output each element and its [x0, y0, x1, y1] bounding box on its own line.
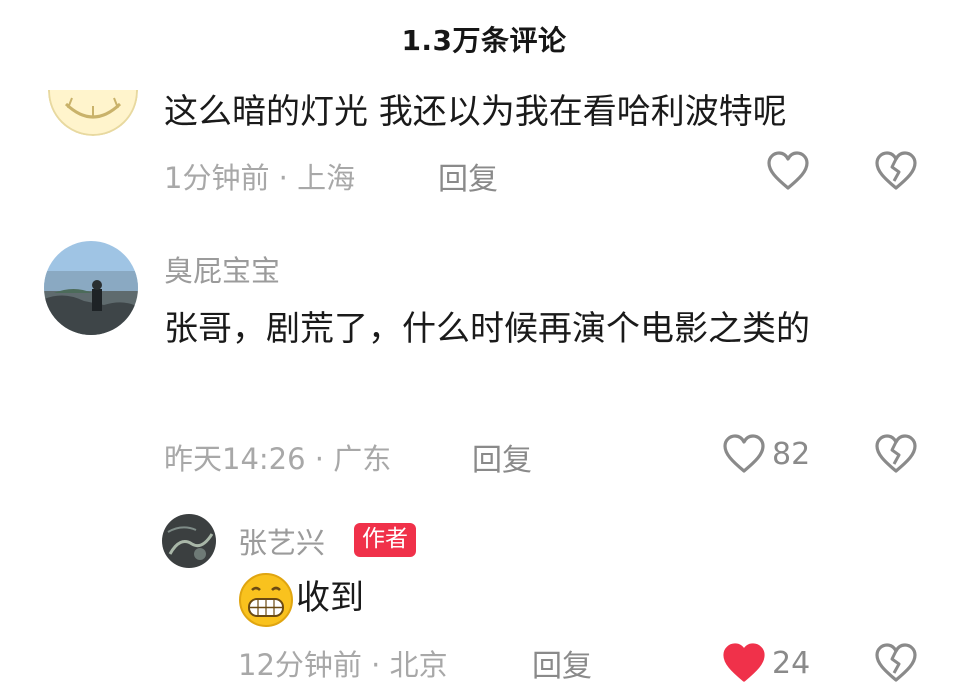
- broken-heart-icon: [875, 643, 917, 682]
- like-button[interactable]: 82: [722, 433, 810, 475]
- reply-button[interactable]: 回复: [472, 435, 532, 479]
- heart-filled-icon: [723, 643, 765, 682]
- meta-dot: ·: [314, 442, 334, 476]
- heart-outline-icon: [723, 434, 765, 473]
- comment-username[interactable]: 臭屁宝宝: [164, 248, 280, 290]
- comment-location: 广东: [333, 442, 392, 476]
- reply-button[interactable]: 回复: [438, 154, 498, 198]
- dislike-button[interactable]: [874, 433, 918, 475]
- reply-text: 收到: [296, 578, 364, 618]
- reply-button[interactable]: 回复: [532, 641, 592, 685]
- meta-dot: ·: [371, 648, 390, 682]
- reply-meta: 12分钟前 · 北京: [238, 642, 448, 684]
- author-badge: 作者: [354, 523, 416, 557]
- dislike-button[interactable]: [874, 150, 918, 192]
- comment-time: 1分钟前: [164, 161, 270, 195]
- comment-location: 上海: [297, 161, 356, 195]
- comment-item: 臭屁宝宝 张哥，剧荒了，什么时候再演个电影之类的 昨天14:26 · 广东 回复…: [0, 230, 968, 490]
- like-count: 24: [772, 645, 811, 681]
- reply-time: 12分钟前: [238, 648, 362, 682]
- broken-heart-icon: [875, 151, 917, 190]
- comment-meta: 1分钟前 · 上海: [164, 155, 355, 197]
- reply-location: 北京: [389, 648, 448, 682]
- like-count: 82: [772, 436, 811, 472]
- grinning-face-emoji: [238, 572, 294, 632]
- broken-heart-icon: [875, 434, 917, 473]
- comment-meta: 昨天14:26 · 广东: [164, 436, 391, 478]
- comments-header: 1.3万条评论: [0, 0, 968, 78]
- reply-username[interactable]: 张艺兴: [238, 520, 325, 562]
- like-button[interactable]: 24: [722, 642, 810, 684]
- comment-text: 这么暗的灯光 我还以为我在看哈利波特呢: [164, 92, 787, 132]
- reply-item: 张艺兴 作者 收到 12分钟前 · 北京 回复 24: [0, 500, 968, 684]
- meta-dot: ·: [278, 161, 298, 195]
- comment-time: 昨天14:26: [164, 442, 306, 476]
- avatar[interactable]: [44, 241, 138, 335]
- like-button[interactable]: [766, 150, 810, 192]
- heart-outline-icon: [767, 151, 809, 190]
- comments-count-title: 1.3万条评论: [401, 24, 567, 57]
- dislike-button[interactable]: [874, 642, 918, 684]
- avatar[interactable]: [162, 514, 216, 568]
- comment-text: 张哥，剧荒了，什么时候再演个电影之类的: [164, 309, 810, 349]
